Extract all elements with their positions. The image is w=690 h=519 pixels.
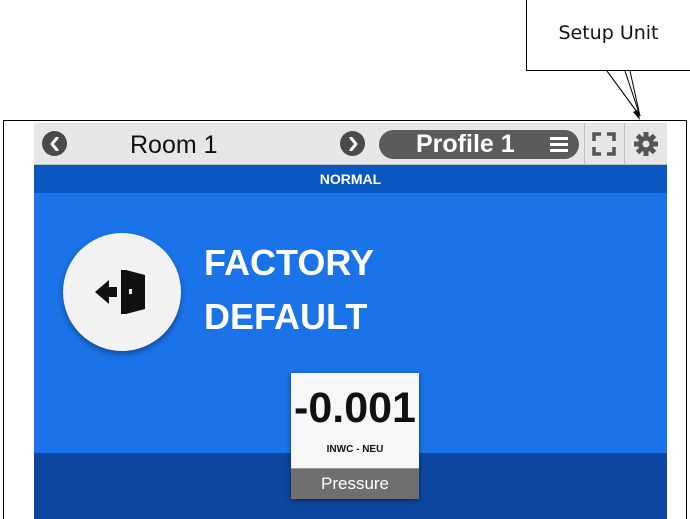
callout-label: Setup Unit: [558, 22, 659, 44]
chevron-right-icon: [349, 136, 357, 151]
exit-door-icon: [95, 270, 145, 314]
profile-selector[interactable]: Profile 1: [379, 130, 579, 159]
top-bar: Room 1 Profile 1: [34, 123, 667, 165]
next-room-button[interactable]: [340, 131, 365, 156]
pressure-unit: INWC - NEU: [326, 444, 384, 455]
gear-icon[interactable]: [632, 130, 660, 158]
mode-label: FACTORY DEFAULT: [204, 236, 374, 344]
mode-label-line1: FACTORY: [204, 242, 375, 283]
pressure-card[interactable]: -0.001 INWC - NEU Pressure: [291, 373, 419, 499]
device-screen: Room 1 Profile 1 NORMAL FACTORY DEFAULT …: [34, 123, 667, 519]
chevron-left-icon: [50, 136, 58, 151]
divider: [624, 123, 625, 165]
mode-label-line2: DEFAULT: [204, 296, 368, 337]
status-bar: NORMAL: [34, 165, 667, 193]
setup-unit-callout: Setup Unit: [526, 0, 690, 71]
previous-room-button[interactable]: [42, 131, 67, 156]
pressure-value: -0.001: [294, 384, 416, 432]
hamburger-menu-icon[interactable]: [549, 135, 571, 154]
room-name: Room 1: [130, 131, 218, 159]
fullscreen-icon[interactable]: [590, 130, 618, 158]
mode-button[interactable]: [63, 233, 181, 351]
profile-name: Profile 1: [416, 130, 515, 158]
pressure-label: Pressure: [291, 468, 419, 499]
divider: [584, 123, 585, 165]
